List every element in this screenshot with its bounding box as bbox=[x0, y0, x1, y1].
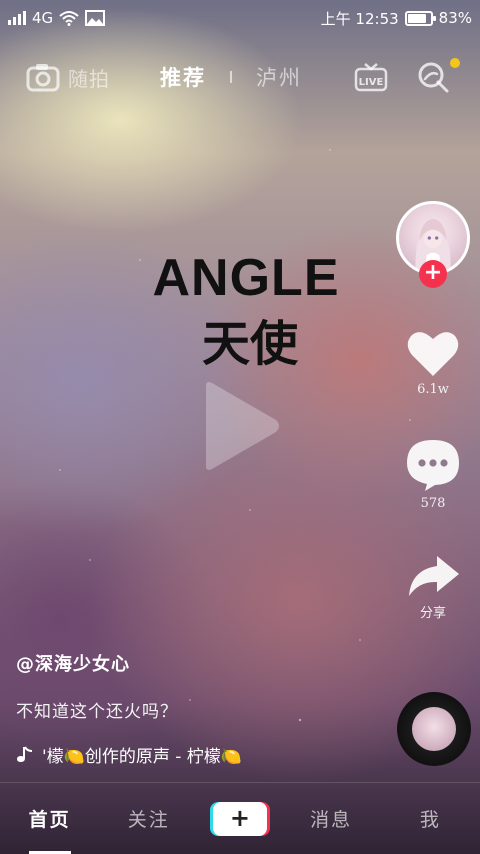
create-button[interactable]: + bbox=[212, 801, 267, 836]
heart-icon bbox=[407, 332, 459, 376]
nav-messages[interactable]: 消息 bbox=[296, 805, 366, 832]
battery-icon bbox=[404, 10, 436, 26]
camera-button[interactable]: 随拍 bbox=[26, 62, 110, 92]
image-icon bbox=[85, 10, 106, 26]
music-disc[interactable] bbox=[397, 692, 471, 766]
share-button[interactable]: 分享 bbox=[400, 554, 466, 621]
live-icon[interactable]: LIVE bbox=[354, 62, 388, 92]
clock: 上午 12:53 bbox=[320, 9, 399, 28]
battery-percent: 83% bbox=[438, 9, 472, 27]
notification-dot bbox=[450, 58, 460, 68]
play-icon[interactable] bbox=[200, 378, 282, 474]
tab-divider bbox=[230, 71, 232, 83]
wifi-icon bbox=[59, 11, 79, 26]
video-caption: 不知道这个还火吗？ bbox=[16, 702, 178, 722]
like-count: 6.1w bbox=[417, 382, 449, 397]
music-disc-cover bbox=[412, 707, 456, 751]
music-info[interactable]: '檬🍋创作的原声 - 柠檬🍋 bbox=[16, 742, 242, 767]
bottom-nav: 首页 关注 + 消息 我 bbox=[0, 782, 480, 854]
status-right: 上午 12:53 83% bbox=[321, 8, 472, 29]
camera-icon bbox=[26, 64, 60, 92]
music-note-icon bbox=[17, 746, 33, 762]
comment-button[interactable]: 578 bbox=[400, 438, 466, 511]
search-icon[interactable] bbox=[416, 60, 450, 94]
like-button[interactable]: 6.1w bbox=[400, 328, 466, 397]
tab-local[interactable]: 泸州 bbox=[256, 62, 302, 92]
network-type: 4G bbox=[32, 9, 54, 27]
author-name[interactable]: @深海少女心 bbox=[16, 650, 130, 676]
top-nav: 随拍 推荐 泸州 LIVE bbox=[0, 52, 480, 102]
svg-text:LIVE: LIVE bbox=[359, 77, 384, 88]
nav-me[interactable]: 我 bbox=[395, 805, 465, 832]
status-left: 4G bbox=[8, 9, 106, 27]
share-label: 分享 bbox=[419, 606, 446, 621]
camera-label: 随拍 bbox=[68, 66, 110, 91]
tab-recommend[interactable]: 推荐 bbox=[160, 62, 206, 92]
nav-home[interactable]: 首页 bbox=[15, 805, 85, 854]
comment-icon bbox=[407, 440, 459, 491]
share-icon bbox=[409, 556, 459, 596]
feed-tabs: 推荐 泸州 bbox=[160, 62, 302, 92]
follow-button[interactable]: + bbox=[419, 260, 447, 288]
signal-icon bbox=[8, 11, 26, 25]
comment-count: 578 bbox=[420, 496, 446, 511]
music-title: '檬🍋创作的原声 - 柠檬🍋 bbox=[42, 747, 242, 767]
nav-following[interactable]: 关注 bbox=[114, 805, 184, 832]
status-bar: 4G 上午 12:53 83% bbox=[0, 0, 480, 36]
